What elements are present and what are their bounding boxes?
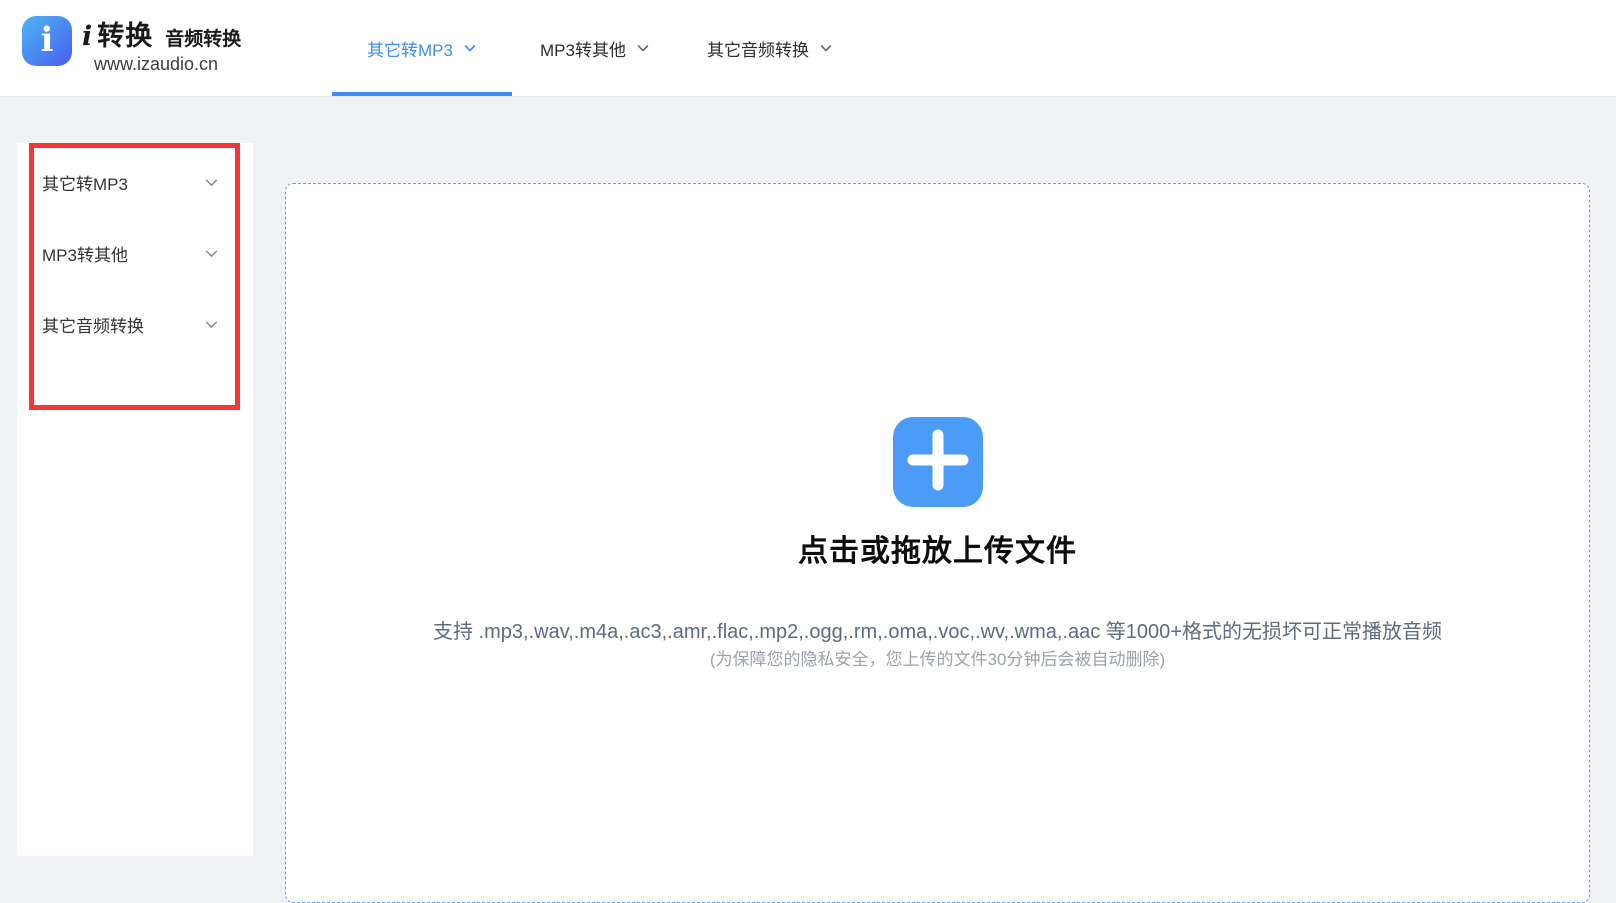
nav-tab-label: 其它转MP3: [367, 40, 453, 60]
sidebar-item-mp3-to-other[interactable]: MP3转其他: [42, 235, 219, 271]
sidebar-item-other-to-mp3[interactable]: 其它转MP3: [42, 164, 219, 200]
main-nav: 其它转MP3 MP3转其他 其它音频转换: [332, 0, 858, 96]
brand-name: i 转换: [82, 14, 153, 53]
chevron-down-icon: [204, 175, 219, 190]
brand-url: www.izaudio.cn: [94, 54, 219, 74]
chevron-down-icon: [819, 41, 833, 55]
nav-tab-mp3-to-other[interactable]: MP3转其他: [520, 0, 670, 96]
brand-name-prefix: i: [82, 21, 94, 52]
brand-logo[interactable]: i i 转换 音频转换 www.izaudio.cn: [22, 14, 241, 75]
header: i i 转换 音频转换 www.izaudio.cn 其它转MP3 MP3转其他 …: [0, 0, 1616, 96]
upload-privacy-note: (为保障您的隐私安全，您上传的文件30分钟后会被自动删除): [709, 650, 1166, 669]
nav-tab-label: 其它音频转换: [707, 40, 809, 60]
plus-icon: [893, 415, 983, 510]
upload-title: 点击或拖放上传文件: [798, 535, 1077, 568]
brand-text: i 转换 音频转换 www.izaudio.cn: [82, 14, 241, 75]
logo-letter: i: [40, 20, 54, 60]
chevron-down-icon: [204, 317, 219, 332]
chevron-down-icon: [463, 41, 477, 55]
chevron-down-icon: [636, 41, 650, 55]
upload-supported-formats: 支持 .mp3,.wav,.m4a,.ac3,.amr,.flac,.mp2,.…: [433, 621, 1442, 643]
nav-tab-other-audio-convert[interactable]: 其它音频转换: [682, 0, 858, 96]
upload-dropzone[interactable]: 点击或拖放上传文件 支持 .mp3,.wav,.m4a,.ac3,.amr,.f…: [285, 183, 1590, 903]
app-logo-icon: i: [22, 16, 72, 66]
sidebar-item-other-audio-convert[interactable]: 其它音频转换: [42, 306, 219, 342]
sidebar-item-label: 其它转MP3: [42, 174, 128, 194]
brand-name-main: 转换: [97, 21, 154, 51]
sidebar-item-label: 其它音频转换: [42, 316, 144, 336]
sidebar: 其它转MP3 MP3转其他 其它音频转换: [17, 143, 253, 856]
add-file-button[interactable]: [892, 415, 983, 510]
brand-subtitle: 音频转换: [165, 29, 242, 50]
chevron-down-icon: [204, 246, 219, 261]
nav-tab-other-to-mp3[interactable]: 其它转MP3: [332, 0, 512, 96]
sidebar-item-label: MP3转其他: [42, 245, 128, 265]
nav-tab-label: MP3转其他: [540, 40, 626, 60]
